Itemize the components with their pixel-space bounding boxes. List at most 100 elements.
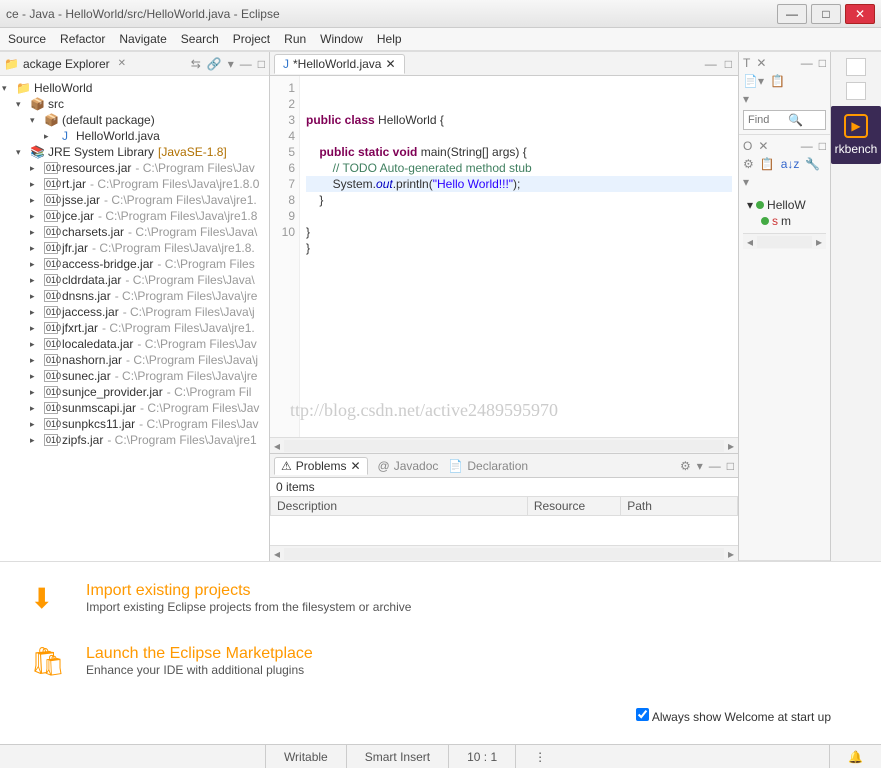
jar-node[interactable]: ▸010resources.jar - C:\Program Files\Jav	[2, 160, 267, 176]
import-projects-row[interactable]: ⬇ Import existing projects Import existi…	[30, 582, 851, 615]
jar-node[interactable]: ▸010localedata.jar - C:\Program Files\Ja…	[2, 336, 267, 352]
problems-table[interactable]: Description Resource Path	[270, 496, 738, 516]
categorize-icon[interactable]: 📋	[770, 74, 785, 88]
collapse-icon[interactable]: ▾	[743, 92, 749, 106]
jar-node[interactable]: ▸010sunjce_provider.jar - C:\Program Fil	[2, 384, 267, 400]
hide-fields-icon[interactable]: 📋	[760, 157, 775, 171]
max-outline-icon[interactable]: □	[819, 139, 826, 153]
status-updates-icon[interactable]: 🔔	[829, 745, 881, 768]
outline-class[interactable]: ▾HelloW	[747, 197, 822, 213]
search-icon[interactable]: 🔍	[788, 113, 803, 127]
src-node[interactable]: ▾📦src	[2, 96, 267, 112]
right-pane: T✕—□ 📄▾📋 ▾ 🔍 O✕—□ ⚙📋a↓z🔧 ▾ ▾HelloW sm ◂▸	[739, 52, 831, 561]
jar-node[interactable]: ▸010access-bridge.jar - C:\Program Files	[2, 256, 267, 272]
find-box[interactable]: 🔍	[743, 110, 826, 130]
open-perspective-icon[interactable]	[846, 82, 866, 100]
workbench-shortcut[interactable]: ▶ rkbench	[831, 106, 881, 164]
view-menu-bottom-icon[interactable]: ▾	[697, 459, 703, 473]
max-task-icon[interactable]: □	[819, 56, 826, 70]
outline-hscroll[interactable]: ◂▸	[743, 233, 826, 249]
menu-window[interactable]: Window	[320, 32, 363, 46]
menu-project[interactable]: Project	[233, 32, 270, 46]
import-desc: Import existing Eclipse projects from th…	[86, 600, 411, 614]
maximize-editor-icon[interactable]: □	[725, 57, 732, 71]
hide-icon[interactable]: 🔧	[805, 157, 820, 171]
jar-node[interactable]: ▸010jaccess.jar - C:\Program Files\Java\…	[2, 304, 267, 320]
collapse-all-icon[interactable]: ⇆	[191, 57, 201, 71]
problems-content: 0 items Description Resource Path	[270, 478, 738, 545]
jar-node[interactable]: ▸010jfxrt.jar - C:\Program Files\Java\jr…	[2, 320, 267, 336]
menu-help[interactable]: Help	[377, 32, 402, 46]
jar-node[interactable]: ▸010zipfs.jar - C:\Program Files\Java\jr…	[2, 432, 267, 448]
import-icon: ⬇	[30, 582, 66, 615]
col-path[interactable]: Path	[621, 497, 738, 516]
min-task-icon[interactable]: —	[801, 56, 813, 70]
close-view-icon[interactable]: ✕	[114, 58, 130, 69]
minimize-bottom-icon[interactable]: —	[709, 459, 721, 473]
jar-node[interactable]: ▸010sunpkcs11.jar - C:\Program Files\Jav	[2, 416, 267, 432]
maximize-button[interactable]: □	[811, 4, 841, 24]
tab-declaration[interactable]: 📄 Declaration	[448, 459, 528, 473]
maximize-view-icon[interactable]: □	[258, 57, 265, 71]
editor-tab-label: *HelloWorld.java	[293, 57, 381, 71]
minimize-button[interactable]: —	[777, 4, 807, 24]
view-menu-icon[interactable]: ▾	[228, 57, 234, 71]
title-bar: ce - Java - HelloWorld/src/HelloWorld.ja…	[0, 0, 881, 28]
jar-node[interactable]: ▸010charsets.jar - C:\Program Files\Java…	[2, 224, 267, 240]
default-package-node[interactable]: ▾📦(default package)	[2, 112, 267, 128]
outline-method[interactable]: sm	[747, 213, 822, 229]
close-button[interactable]: ✕	[845, 4, 875, 24]
jar-node[interactable]: ▸010jsse.jar - C:\Program Files\Java\jre…	[2, 192, 267, 208]
editor-area: J *HelloWorld.java ✕ — □ 12345678910 pub…	[270, 52, 739, 561]
problems-hscroll[interactable]: ◂▸	[270, 545, 738, 561]
perspective-switcher-icon[interactable]	[846, 58, 866, 76]
jar-node[interactable]: ▸010sunec.jar - C:\Program Files\Java\jr…	[2, 368, 267, 384]
code-editor[interactable]: 12345678910 public class HelloWorld { pu…	[270, 76, 738, 437]
always-show-checkbox[interactable]: Always show Welcome at start up	[636, 710, 831, 724]
jar-node[interactable]: ▸010sunmscapi.jar - C:\Program Files\Jav	[2, 400, 267, 416]
jar-node[interactable]: ▸010nashorn.jar - C:\Program Files\Java\…	[2, 352, 267, 368]
sort-icon[interactable]: ⚙	[743, 157, 754, 171]
new-task-icon[interactable]: 📄▾	[743, 74, 764, 88]
jar-node[interactable]: ▸010jce.jar - C:\Program Files\Java\jre1…	[2, 208, 267, 224]
filters-icon[interactable]: ⚙	[680, 459, 691, 473]
package-explorer-icon: 📁	[4, 57, 19, 71]
workbench-area: 📁 ackage Explorer ✕ ⇆ 🔗 ▾ — □ ▾📁HelloWorld…	[0, 51, 881, 561]
jar-node[interactable]: ▸010dnsns.jar - C:\Program Files\Java\jr…	[2, 288, 267, 304]
editor-tab-helloworld[interactable]: J *HelloWorld.java ✕	[274, 54, 405, 74]
minimize-view-icon[interactable]: —	[240, 57, 252, 71]
close-tab-icon[interactable]: ✕	[385, 57, 395, 71]
menu-search[interactable]: Search	[181, 32, 219, 46]
sort-az-icon[interactable]: a↓z	[781, 157, 800, 171]
java-file-node[interactable]: ▸JHelloWorld.java	[2, 128, 267, 144]
menu-run[interactable]: Run	[284, 32, 306, 46]
outline-tree[interactable]: ▾HelloW sm	[743, 193, 826, 233]
jar-node[interactable]: ▸010jfr.jar - C:\Program Files\Java\jre1…	[2, 240, 267, 256]
code-content[interactable]: public class HelloWorld { public static …	[300, 76, 738, 437]
package-explorer-title: ackage Explorer	[23, 57, 110, 71]
link-editor-icon[interactable]: 🔗	[207, 57, 222, 71]
tab-problems[interactable]: ⚠ Problems ✕	[274, 457, 368, 475]
status-position: 10 : 1	[448, 745, 515, 768]
min-outline-icon[interactable]: —	[801, 139, 813, 153]
play-icon: ▶	[844, 114, 868, 138]
editor-hscroll[interactable]: ◂▸	[270, 437, 738, 453]
marketplace-row[interactable]: 🛍 Launch the Eclipse Marketplace Enhance…	[30, 645, 851, 678]
col-resource[interactable]: Resource	[527, 497, 620, 516]
find-input[interactable]	[748, 114, 788, 126]
col-description[interactable]: Description	[271, 497, 528, 516]
menu-navigate[interactable]: Navigate	[119, 32, 166, 46]
minimize-editor-icon[interactable]: —	[705, 57, 717, 71]
jar-node[interactable]: ▸010rt.jar - C:\Program Files\Java\jre1.…	[2, 176, 267, 192]
status-insert: Smart Insert	[346, 745, 448, 768]
collapse-outline-icon[interactable]: ▾	[743, 175, 749, 189]
jar-node[interactable]: ▸010cldrdata.jar - C:\Program Files\Java…	[2, 272, 267, 288]
menu-bar: Source Refactor Navigate Search Project …	[0, 28, 881, 51]
jre-library-node[interactable]: ▾📚JRE System Library [JavaSE-1.8]	[2, 144, 267, 160]
menu-refactor[interactable]: Refactor	[60, 32, 105, 46]
project-node[interactable]: ▾📁HelloWorld	[2, 80, 267, 96]
maximize-bottom-icon[interactable]: □	[727, 459, 734, 473]
tab-javadoc[interactable]: @ Javadoc	[378, 459, 439, 473]
package-tree[interactable]: ▾📁HelloWorld ▾📦src ▾📦(default package) ▸…	[0, 76, 269, 561]
menu-source[interactable]: Source	[8, 32, 46, 46]
